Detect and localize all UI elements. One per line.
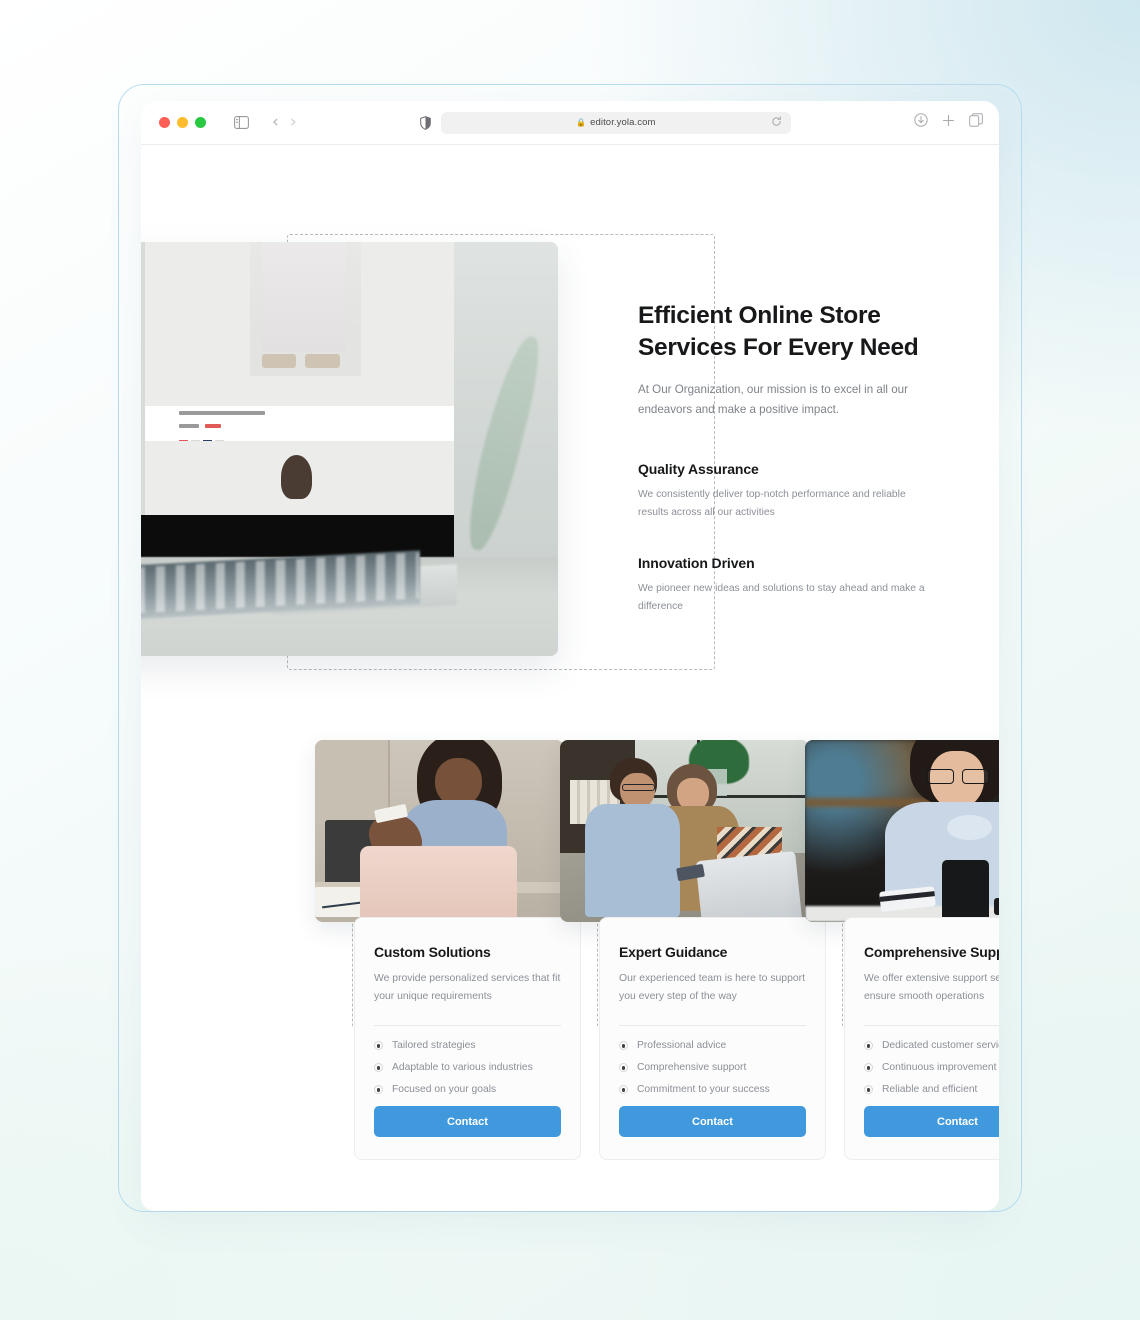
- card-divider: [619, 1025, 806, 1027]
- couple-laptop-photo: [560, 740, 809, 922]
- feature-quality-assurance: Quality Assurance We consistently delive…: [638, 461, 928, 521]
- list-item: Tailored strategies: [374, 1040, 561, 1051]
- page-title-line-2: Services For Every Need: [638, 334, 919, 362]
- toolbar-right-icons[interactable]: [914, 113, 983, 132]
- privacy-shield-icon[interactable]: [420, 115, 431, 130]
- close-window-button[interactable]: [159, 117, 170, 128]
- bullet-dot-icon: [619, 1063, 628, 1073]
- minimize-window-button[interactable]: [177, 117, 188, 128]
- lock-icon: 🔒: [576, 118, 587, 127]
- woman-phone-photo: [805, 740, 999, 922]
- website-canvas: Efficient Online Store Services For Ever…: [141, 145, 999, 1211]
- maximize-window-button[interactable]: [195, 117, 206, 128]
- page-title-line-1: Efficient Online Store: [638, 302, 881, 329]
- services-card-row: Custom Solutions We provide personalized…: [172, 740, 999, 1180]
- card-title: Custom Solutions: [374, 944, 491, 960]
- list-item: Dedicated customer service: [864, 1040, 999, 1051]
- new-tab-icon[interactable]: [942, 114, 955, 132]
- list-item: Comprehensive support: [619, 1062, 806, 1073]
- forward-button[interactable]: ›: [290, 114, 297, 131]
- bullet-dot-icon: [864, 1063, 873, 1073]
- reload-icon[interactable]: [771, 114, 782, 132]
- bullet-label: Focused on your goals: [392, 1084, 497, 1096]
- card-image-1[interactable]: [315, 740, 564, 922]
- contact-button-2[interactable]: Contact: [619, 1106, 806, 1138]
- bullet-label: Professional advice: [637, 1040, 727, 1052]
- contact-button-1[interactable]: Contact: [374, 1106, 561, 1138]
- window-controls[interactable]: [159, 117, 206, 128]
- url-text: editor.yola.com: [590, 117, 656, 128]
- list-item: Commitment to your success: [619, 1084, 806, 1095]
- card-image-2[interactable]: [560, 740, 809, 922]
- sidebar-toggle-icon[interactable]: [234, 116, 249, 129]
- service-card-1: Custom Solutions We provide personalized…: [354, 917, 581, 1161]
- bullet-label: Commitment to your success: [637, 1084, 770, 1096]
- download-icon[interactable]: [914, 113, 928, 132]
- bullet-dot-icon: [374, 1063, 383, 1073]
- bullet-dot-icon: [374, 1041, 383, 1051]
- card-title: Expert Guidance: [619, 944, 728, 960]
- bullet-label: Reliable and efficient: [882, 1084, 978, 1096]
- address-bar[interactable]: 🔒 editor.yola.com: [440, 111, 791, 134]
- service-card-2: Expert Guidance Our experienced team is …: [599, 917, 826, 1161]
- bullet-dot-icon: [864, 1041, 873, 1051]
- feature-text: We consistently deliver top-notch perfor…: [638, 488, 906, 518]
- browser-toolbar: ‹ › 🔒 editor.yola.com: [141, 101, 999, 145]
- bullet-dot-icon: [864, 1085, 873, 1095]
- service-card-3: Comprehensive Support We offer extensive…: [844, 917, 999, 1161]
- card-bullet-list: Tailored strategies Adaptable to various…: [374, 1040, 561, 1095]
- card-description: We offer extensive support services to e…: [864, 973, 999, 1003]
- card-bullet-list: Dedicated customer service Continuous im…: [864, 1040, 999, 1095]
- browser-window: ‹ › 🔒 editor.yola.com Efficient Online S…: [141, 101, 999, 1211]
- list-item: Professional advice: [619, 1040, 806, 1051]
- card-title: Comprehensive Support: [864, 944, 999, 960]
- feature-title: Quality Assurance: [638, 460, 759, 477]
- card-image-3[interactable]: [805, 740, 999, 922]
- card-description: We provide personalized services that fi…: [374, 973, 561, 1003]
- card-bullet-list: Professional advice Comprehensive suppor…: [619, 1040, 806, 1095]
- back-button[interactable]: ‹: [272, 114, 279, 131]
- hero-text-block: Efficient Online Store Services For Ever…: [638, 300, 928, 616]
- bullet-label: Adaptable to various industries: [392, 1062, 533, 1074]
- feature-innovation-driven: Innovation Driven We pioneer new ideas a…: [638, 555, 928, 615]
- hero-image[interactable]: [141, 242, 558, 656]
- card-description: Our experienced team is here to support …: [619, 973, 805, 1003]
- laptop-store-photo: [141, 242, 558, 656]
- feature-text: We pioneer new ideas and solutions to st…: [638, 583, 925, 613]
- bullet-dot-icon: [619, 1041, 628, 1051]
- contact-button-3[interactable]: Contact: [864, 1106, 999, 1138]
- bullet-label: Dedicated customer service: [882, 1040, 999, 1052]
- bullet-dot-icon: [619, 1085, 628, 1095]
- bullet-label: Continuous improvement: [882, 1062, 997, 1074]
- card-divider: [864, 1025, 999, 1027]
- bullet-label: Tailored strategies: [392, 1040, 476, 1052]
- list-item: Reliable and efficient: [864, 1084, 999, 1095]
- list-item: Adaptable to various industries: [374, 1062, 561, 1073]
- list-item: Continuous improvement: [864, 1062, 999, 1073]
- tab-overview-icon[interactable]: [969, 113, 983, 132]
- navigation-buttons[interactable]: ‹ ›: [272, 114, 297, 131]
- hero-subtitle: At Our Organization, our mission is to e…: [638, 382, 908, 417]
- bullet-dot-icon: [374, 1085, 383, 1095]
- card-divider: [374, 1025, 561, 1027]
- list-item: Focused on your goals: [374, 1084, 561, 1095]
- woman-laptop-photo: [315, 740, 564, 922]
- page-title: Efficient Online Store Services For Ever…: [638, 300, 928, 365]
- feature-title: Innovation Driven: [638, 555, 755, 572]
- bullet-label: Comprehensive support: [637, 1062, 747, 1074]
